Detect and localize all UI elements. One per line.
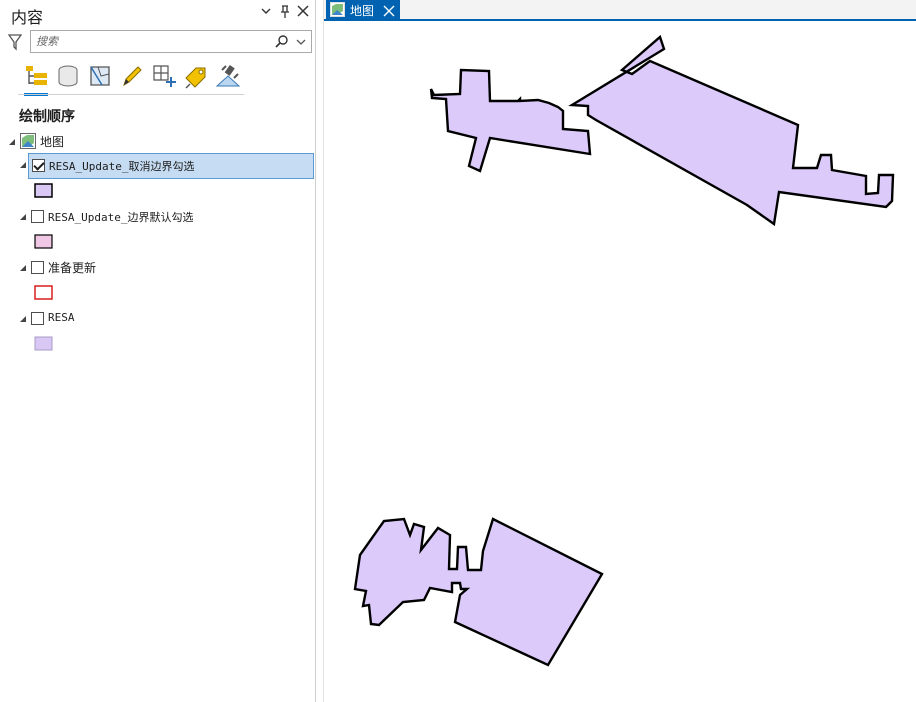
list-by-labeling-icon[interactable] [182, 62, 210, 90]
drawing-order-heading: 绘制顺序 [19, 109, 75, 125]
search-options-chevron-icon[interactable] [295, 34, 309, 50]
list-by-drawing-order-icon[interactable] [22, 62, 50, 96]
layer-row-prepare-update[interactable]: 准备更新 [28, 256, 314, 280]
close-pane-icon[interactable] [295, 5, 311, 23]
layer-visibility-checkbox[interactable] [31, 261, 44, 274]
map-view[interactable]: 地图 [323, 0, 916, 702]
list-by-selection-icon[interactable] [86, 62, 114, 90]
pin-icon[interactable] [277, 5, 293, 23]
layer-label: RESA [48, 311, 75, 324]
view-tabstrip: 地图 [324, 0, 916, 21]
layer-row-resa-update-no-boundary[interactable]: RESA_Update_取消边界勾选 [28, 153, 314, 179]
collapse-layer-triangle-icon[interactable] [18, 212, 28, 222]
layer-visibility-checkbox[interactable] [31, 312, 44, 325]
layer-symbol-swatch[interactable] [34, 234, 53, 249]
collapse-map-triangle-icon[interactable] [7, 137, 17, 147]
list-by-source-icon[interactable] [54, 62, 82, 90]
collapse-layer-triangle-icon[interactable] [18, 160, 28, 170]
contents-pane: 内容 搜索 绘制顺序 地图 RESA_Update_取消边界勾选 RESA_Up… [0, 0, 316, 702]
tab-map[interactable]: 地图 [326, 0, 400, 21]
map-icon [20, 133, 36, 149]
list-by-snapping-icon[interactable] [150, 62, 178, 90]
search-box[interactable] [30, 30, 312, 53]
tab-label: 地图 [350, 4, 375, 18]
toolbar-divider [18, 94, 244, 95]
layer-label: RESA_Update_边界默认勾选 [48, 211, 194, 224]
layer-label: RESA_Update_取消边界勾选 [49, 160, 195, 173]
layer-row-resa-update-default-boundary[interactable]: RESA_Update_边界默认勾选 [28, 205, 314, 229]
search-icon[interactable] [274, 34, 290, 50]
layer-visibility-checkbox[interactable] [31, 210, 44, 223]
filter-icon[interactable] [7, 33, 24, 51]
layer-row-resa[interactable]: RESA [28, 307, 314, 331]
map-node-label: 地图 [40, 135, 65, 149]
layer-symbol-swatch[interactable] [34, 336, 53, 351]
list-by-editing-icon[interactable] [118, 62, 146, 90]
search-input[interactable] [36, 33, 266, 50]
layer-symbol-swatch[interactable] [34, 285, 53, 300]
pane-title: 内容 [11, 8, 44, 27]
pane-header: 内容 [0, 0, 316, 28]
parcel-polygon[interactable] [353, 517, 604, 667]
map-canvas[interactable] [324, 21, 916, 702]
map-node[interactable]: 地图 [4, 130, 304, 154]
parcel-polygon[interactable] [568, 34, 895, 227]
layer-label: 准备更新 [48, 261, 97, 275]
collapse-layer-triangle-icon[interactable] [18, 314, 28, 324]
map-icon [330, 2, 345, 17]
collapse-layer-triangle-icon[interactable] [18, 263, 28, 273]
layer-symbol-swatch[interactable] [34, 183, 53, 198]
layer-visibility-checkbox[interactable] [32, 159, 45, 172]
close-tab-icon[interactable] [383, 1, 395, 21]
pane-menu-chevron-icon[interactable] [258, 5, 274, 23]
parcel-polygon[interactable] [429, 68, 592, 173]
list-by-perspective-imagery-icon[interactable] [214, 62, 242, 90]
